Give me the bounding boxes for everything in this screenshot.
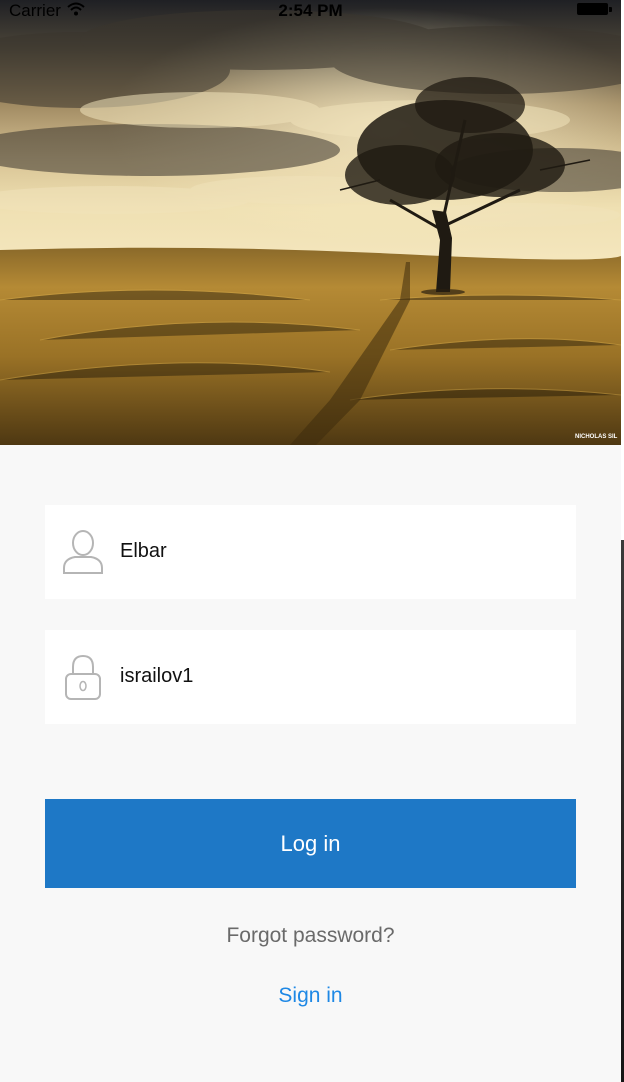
lock-icon — [61, 653, 105, 701]
photo-credit-watermark: NICHOLAS SIL — [575, 434, 618, 440]
status-bar: Carrier 2:54 PM — [0, 0, 621, 24]
sign-in-link[interactable]: Sign in — [0, 984, 621, 1008]
forgot-password-link[interactable]: Forgot password? — [0, 924, 621, 948]
password-field[interactable]: israilov1 — [45, 630, 576, 724]
status-time: 2:54 PM — [278, 1, 343, 20]
login-screen: NICHOLAS SIL Carrier 2:54 PM Elbar israi… — [0, 0, 621, 1082]
username-field[interactable]: Elbar — [45, 505, 576, 599]
hero-image: NICHOLAS SIL — [0, 0, 621, 445]
password-value: israilov1 — [120, 665, 194, 687]
username-value: Elbar — [120, 540, 167, 562]
user-icon — [61, 528, 105, 576]
battery-icon — [577, 3, 612, 15]
login-button[interactable]: Log in — [45, 799, 576, 888]
